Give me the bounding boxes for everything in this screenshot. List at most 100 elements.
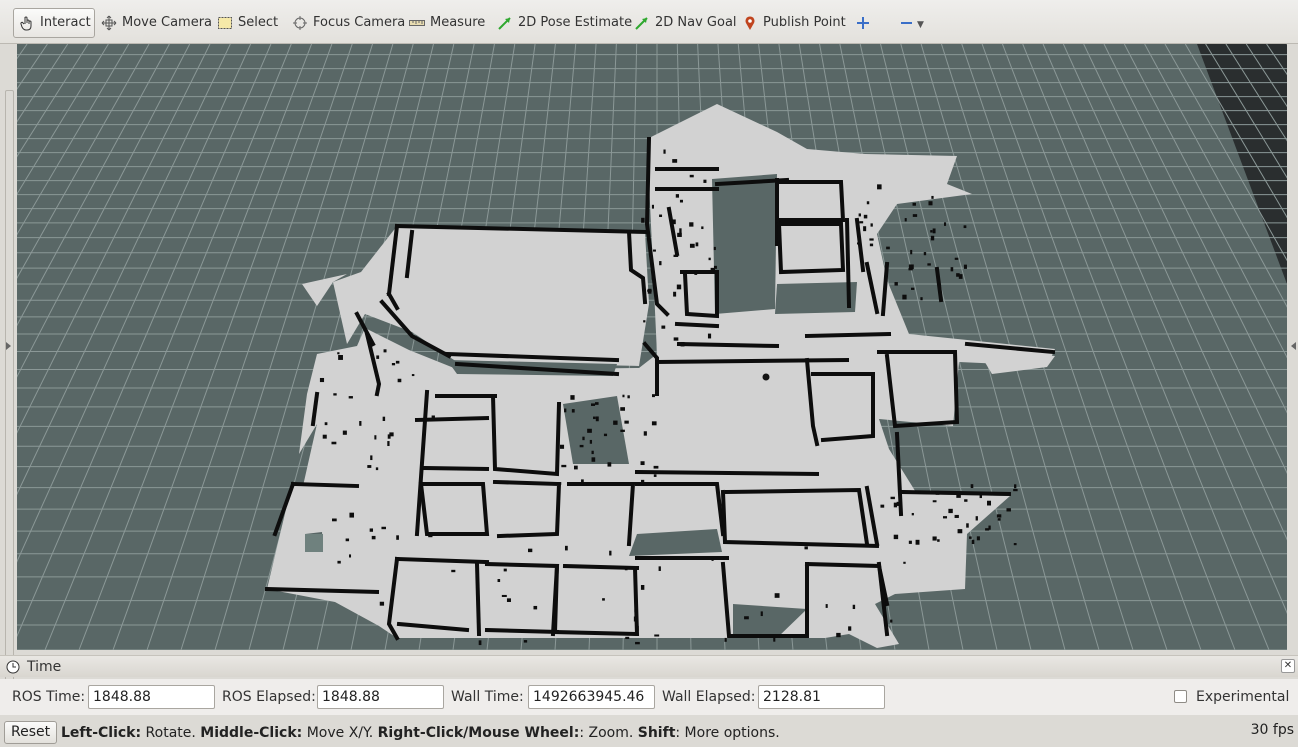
occupied-cell [910,249,913,255]
occupied-cell [663,149,666,154]
occupied-cell [564,408,567,413]
occupied-cell [975,516,978,521]
occupied-cell [1013,543,1017,546]
wall-time-label: Wall Time: [451,689,524,705]
move-camera-tool-button[interactable]: Move Camera [101,8,212,38]
add-tool-button[interactable] [855,8,871,38]
occupied-cell [359,421,362,426]
occupied-cell [937,539,940,542]
occupied-cell [643,431,647,436]
occupied-cell [707,333,712,339]
remove-tool-button[interactable]: ▼ [899,8,924,38]
occupied-cell [609,550,612,556]
occupied-cell [396,535,399,540]
occupied-cell [337,352,340,355]
occupied-cell [893,502,898,508]
focus-camera-tool-button[interactable]: Focus Camera [292,8,405,38]
occupied-cell [942,516,948,519]
status-bar: Reset Left-Click: Rotate. Middle-Click: … [0,718,1298,747]
goal-marker [305,534,323,552]
occupied-cell [349,554,352,558]
occupied-cell [506,598,511,602]
tool-label: Measure [430,15,486,30]
wall-elapsed-field[interactable]: 2128.81 [758,685,885,709]
time-panel: ROS Time: 1848.88 ROS Elapsed: 1848.88 W… [0,679,1298,715]
occupied-cell [651,275,655,280]
ros-elapsed-field[interactable]: 1848.88 [317,685,444,709]
occupied-cell [970,484,974,489]
expand-left-panel-icon[interactable] [6,342,11,350]
occupied-cell [382,416,386,422]
occupied-cell [654,634,660,637]
robot-marker [762,373,770,381]
occupied-cell [836,632,841,638]
occupied-cell [804,546,808,550]
measure-tool-button[interactable]: Measure [409,8,485,38]
occupied-cell [653,465,659,469]
occupied-cell [620,407,625,411]
occupied-cell [342,430,347,435]
occupied-cell [324,422,328,426]
reset-button[interactable]: Reset [4,721,58,744]
occupied-cell [607,462,612,467]
time-panel-title: Time [27,658,62,675]
expand-right-panel-icon[interactable] [1291,342,1296,350]
2d-nav-goal-tool-button[interactable]: 2D Nav Goal [634,8,737,38]
green-arrow-icon [634,15,650,31]
occupied-cell [954,514,959,518]
occupied-cell [869,238,874,241]
occupied-cell [677,232,682,237]
ros-time-field[interactable]: 1848.88 [88,685,215,709]
wall-time-field[interactable]: 1492663945.46 [528,685,655,709]
occupied-cell [640,461,645,466]
occupied-cell [669,188,673,191]
ros-time-label: ROS Time: [12,689,86,705]
occupied-cell [653,249,656,252]
occupied-cell [559,444,565,449]
occupied-cell [633,616,637,622]
interact-tool-button[interactable]: Interact [13,8,95,38]
occupied-cell [603,433,608,437]
occupied-cell [870,223,873,227]
3d-render-viewport[interactable] [17,44,1287,650]
2d-pose-estimate-tool-button[interactable]: 2D Pose Estimate [497,8,632,38]
occupied-cell [523,640,528,643]
occupied-cell [896,501,901,506]
occupied-cell [996,514,1002,518]
occupied-cell [963,225,967,229]
help-text: : Zoom. [579,725,638,741]
occupied-cell [348,396,353,399]
occupied-cell [987,500,992,506]
occupied-cell [1014,484,1017,489]
mouse-help-text: Left-Click: Rotate. Middle-Click: Move X… [61,725,780,741]
green-arrow-icon [497,15,513,31]
grid-line [17,44,69,123]
occupied-cell [641,217,645,223]
close-icon[interactable]: ✕ [1281,659,1295,673]
occupied-cell [890,619,893,623]
occupied-cell [943,222,947,226]
occupied-cell [641,479,645,484]
wall-elapsed-label: Wall Elapsed: [662,689,756,705]
occupied-cell [903,561,906,564]
occupied-cell [338,355,343,360]
occupied-cell [561,464,567,468]
occupied-cell [672,219,676,225]
occupied-cell [932,228,936,234]
occupied-cell [586,483,589,486]
occupied-cell [904,218,907,222]
occupied-cell [857,242,861,245]
occupied-cell [643,320,646,323]
occupied-cell [1013,488,1018,492]
occupied-cell [689,222,694,227]
occupied-cell [680,341,685,347]
occupied-cell [966,523,969,528]
occupied-cell [858,213,861,217]
occupied-cell [923,252,927,256]
experimental-checkbox[interactable] [1174,690,1187,703]
select-tool-button[interactable]: Select [217,8,278,38]
occupied-cell [948,508,953,514]
occupied-cell [954,257,959,260]
publish-point-tool-button[interactable]: Publish Point [742,8,846,38]
tool-label: Interact [40,15,91,30]
